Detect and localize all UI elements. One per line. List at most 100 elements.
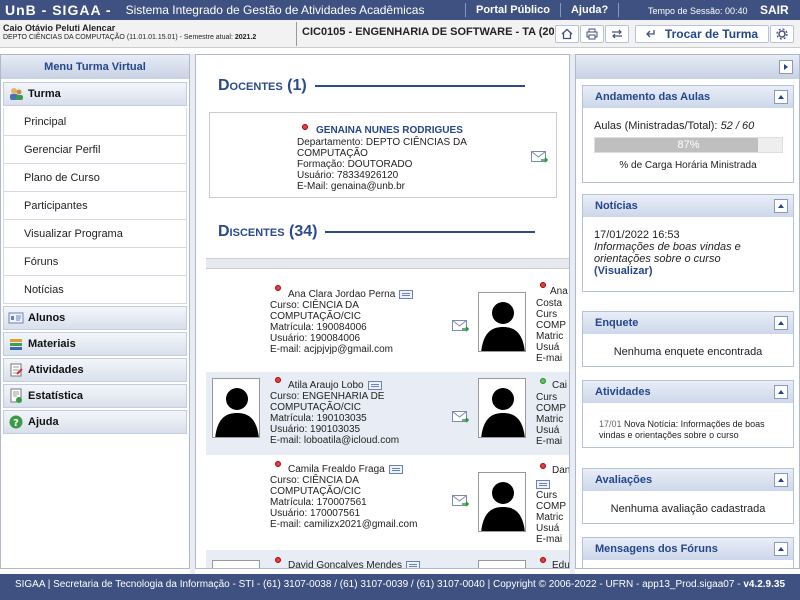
turma-menu-item[interactable]: Principal xyxy=(3,108,187,136)
student-course-2: COMP xyxy=(536,501,566,512)
collapse-panel-button[interactable] xyxy=(774,473,788,487)
atividade-item[interactable]: 17/01 Nova Notícia: Informações de boas … xyxy=(599,419,784,441)
avatar xyxy=(478,378,526,438)
user-name: Caio Otávio Peluti Alencar xyxy=(3,23,116,33)
settings-button[interactable] xyxy=(770,25,794,43)
footer-text: SIGAA | Secretaria de Tecnologia da Info… xyxy=(14,579,741,590)
collapse-panel-button[interactable] xyxy=(774,316,788,330)
portal-publico-link[interactable]: Portal Público xyxy=(466,4,560,16)
panel-header: Enquete xyxy=(583,312,793,334)
panel-title: Enquete xyxy=(595,317,639,329)
atividade-text: Nova Notícia: Informações de boas vindas… xyxy=(599,419,765,440)
aulas-label: Aulas (Ministradas/Total): xyxy=(594,120,718,132)
discentes-heading: Discentes (34) xyxy=(218,223,536,241)
menu-section-materiais[interactable]: Materiais xyxy=(3,332,187,356)
student-matricula: Matrícula: 170007561 xyxy=(270,497,367,508)
silhouette-icon xyxy=(481,482,525,531)
avatar xyxy=(478,472,526,532)
svg-text:?: ? xyxy=(13,418,19,429)
panel-title: Atividades xyxy=(595,386,651,398)
avaliacoes-panel: Avaliações Nenhuma avaliação cadastrada xyxy=(582,468,794,524)
silhouette-icon xyxy=(215,388,259,437)
divider xyxy=(296,22,297,46)
offline-status-icon xyxy=(275,461,281,467)
printer-icon xyxy=(586,28,598,40)
send-mail-icon[interactable] xyxy=(452,410,470,424)
noticia-view-link[interactable]: (Visualizar) xyxy=(594,265,784,277)
docente-email: E-Mail: genaina@unb.br xyxy=(297,181,405,192)
turma-menu-item[interactable]: Participantes xyxy=(3,192,187,220)
profile-card-icon[interactable] xyxy=(536,480,550,489)
turma-menu-item[interactable]: Notícias xyxy=(3,276,187,304)
chevron-up-icon xyxy=(778,95,784,99)
menu-section-ajuda[interactable]: ? Ajuda xyxy=(3,410,187,434)
docentes-heading: Docentes (1) xyxy=(218,77,525,95)
student-course-2: COMP xyxy=(536,403,566,414)
menu-section-alunos[interactable]: Alunos xyxy=(3,306,187,330)
turma-menu-item[interactable]: Fóruns xyxy=(3,248,187,276)
student-name-line: David Goncalves Mendes xyxy=(288,560,420,568)
brand: UnB - SIGAA - xyxy=(5,2,112,18)
home-button[interactable] xyxy=(555,25,579,43)
menu-section-turma[interactable]: Turma xyxy=(3,82,187,106)
student-matricula: Matrícula: 190084006 xyxy=(270,322,367,333)
panel-header: Atividades xyxy=(583,381,793,403)
gear-icon xyxy=(776,28,788,40)
student-name: Ana xyxy=(550,286,568,297)
send-mail-icon[interactable] xyxy=(531,150,549,164)
student-course-2: COMPUTAÇÃO/CIC xyxy=(270,311,361,322)
top-bar: UnB - SIGAA - Sistema Integrado de Gestã… xyxy=(0,0,800,20)
chevron-up-icon xyxy=(778,204,784,208)
send-mail-icon[interactable] xyxy=(452,319,470,333)
menu-section-label: Ajuda xyxy=(28,416,59,428)
profile-card-icon[interactable] xyxy=(399,289,414,299)
collapse-panel-button[interactable] xyxy=(774,90,788,104)
noticias-panel: Notícias 17/01/2022 16:53 Informações de… xyxy=(582,194,794,292)
collapse-panel-button[interactable] xyxy=(774,542,788,556)
student-course-2: COMP xyxy=(536,320,566,331)
student-course: Curso: CIÊNCIA DA xyxy=(270,475,359,486)
send-mail-icon[interactable] xyxy=(452,494,470,508)
turma-menu-item[interactable]: Visualizar Programa xyxy=(3,220,187,248)
student-course: Curs xyxy=(536,309,558,320)
enquete-panel: Enquete Nenhuma enquete encontrada xyxy=(582,311,794,367)
student-usuario: Usuá xyxy=(536,342,560,353)
switch-class-button[interactable]: Trocar de Turma xyxy=(635,25,769,43)
collapse-sidebar-button[interactable] xyxy=(779,60,793,74)
progress-text: 87% xyxy=(677,139,700,151)
profile-card-icon[interactable] xyxy=(388,464,403,474)
aulas-value: 52 / 60 xyxy=(720,120,755,132)
profile-card-icon[interactable] xyxy=(367,380,382,390)
divider xyxy=(325,231,536,233)
profile-card-icon[interactable] xyxy=(405,560,420,568)
home-icon xyxy=(561,28,573,40)
swap-button[interactable] xyxy=(605,25,629,43)
discentes-title: Discentes (34) xyxy=(218,223,318,240)
panel-header: Avaliações xyxy=(583,469,793,491)
docente-usuario: Usuário: 78334926120 xyxy=(297,170,399,181)
turma-menu-item[interactable]: Plano de Curso xyxy=(3,164,187,192)
aulas-line: Aulas (Ministradas/Total): 52 / 60 xyxy=(594,120,754,132)
panel-header: Notícias xyxy=(583,195,793,217)
student-name-cont: Costa xyxy=(536,298,563,309)
silhouette-icon xyxy=(481,302,525,351)
student-usuario: Usuário: 190084006 xyxy=(270,333,361,344)
atividades-panel: Atividades 17/01 Nova Notícia: Informaçõ… xyxy=(582,380,794,448)
collapse-panel-button[interactable] xyxy=(774,385,788,399)
turma-menu-item[interactable]: Gerenciar Perfil xyxy=(3,136,187,164)
student-email: E-mai xyxy=(536,534,563,545)
docente-info: Departamento: DEPTO CIÊNCIAS DA COMPUTAÇ… xyxy=(297,137,487,192)
collapse-panel-button[interactable] xyxy=(774,199,788,213)
right-sidebar-header xyxy=(576,55,799,79)
print-button[interactable] xyxy=(580,25,604,43)
system-name: Sistema Integrado de Gestão de Atividade… xyxy=(125,3,425,17)
student-details: Curso: CIÊNCIA DA COMPUTAÇÃO/CIC Matrícu… xyxy=(270,300,393,355)
docente-formacao: Formação: DOUTORADO xyxy=(297,159,413,170)
student-course: Curs xyxy=(536,392,558,403)
panel-title: Andamento das Aulas xyxy=(595,91,711,103)
left-menu-title: Menu Turma Virtual xyxy=(1,55,189,79)
logout-button[interactable]: SAIR xyxy=(760,0,789,20)
menu-section-atividades[interactable]: Atividades xyxy=(3,358,187,382)
help-link[interactable]: Ajuda? xyxy=(561,4,618,16)
menu-section-estatistica[interactable]: Estatística xyxy=(3,384,187,408)
